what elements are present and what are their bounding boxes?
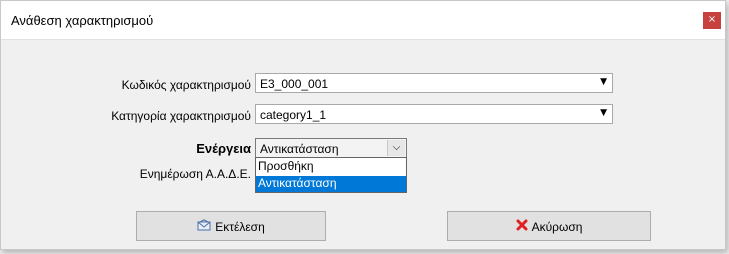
dropdown-option-add[interactable]: Προσθήκη: [256, 159, 406, 175]
cancel-button[interactable]: Ακύρωση: [447, 211, 651, 241]
window-title: Ανάθεση χαρακτηρισμού: [11, 13, 154, 28]
title-bar: Ανάθεση χαρακτηρισμού ×: [1, 1, 725, 40]
category-value: category1_1: [260, 108, 327, 122]
action-value: Αντικατάσταση: [260, 142, 339, 156]
assign-characterization-dialog: Ανάθεση χαρακτηρισμού × Κωδικός χαρακτηρ…: [0, 0, 726, 250]
update-aade-label: Ενημέρωση Α.Α.Δ.Ε.: [139, 167, 251, 181]
execute-button[interactable]: Εκτέλεση: [136, 211, 326, 241]
x-mark-icon: [516, 213, 528, 241]
dropdown-option-replace[interactable]: Αντικατάσταση: [256, 176, 406, 192]
chevron-down-icon[interactable]: ⌵: [387, 140, 405, 156]
close-button[interactable]: ×: [703, 12, 721, 29]
dropdown-arrow-icon[interactable]: ▼: [600, 108, 607, 118]
category-label: Κατηγορία χαρακτηρισμού: [111, 109, 251, 123]
action-dropdown-list: Προσθήκη Αντικατάσταση: [255, 157, 407, 193]
execute-label: Εκτέλεση: [215, 219, 265, 234]
action-select[interactable]: Αντικατάσταση ⌵: [255, 138, 407, 158]
cancel-label: Ακύρωση: [531, 219, 583, 234]
code-label: Κωδικός χαρακτηρισμού: [121, 78, 251, 92]
dropdown-arrow-icon[interactable]: ▼: [600, 77, 607, 87]
code-select[interactable]: E3_000_001 ▼: [255, 73, 613, 93]
category-select[interactable]: category1_1 ▼: [255, 104, 613, 124]
action-label: Ενέργεια: [196, 141, 251, 156]
envelope-icon: [197, 213, 211, 241]
code-value: E3_000_001: [260, 77, 329, 91]
